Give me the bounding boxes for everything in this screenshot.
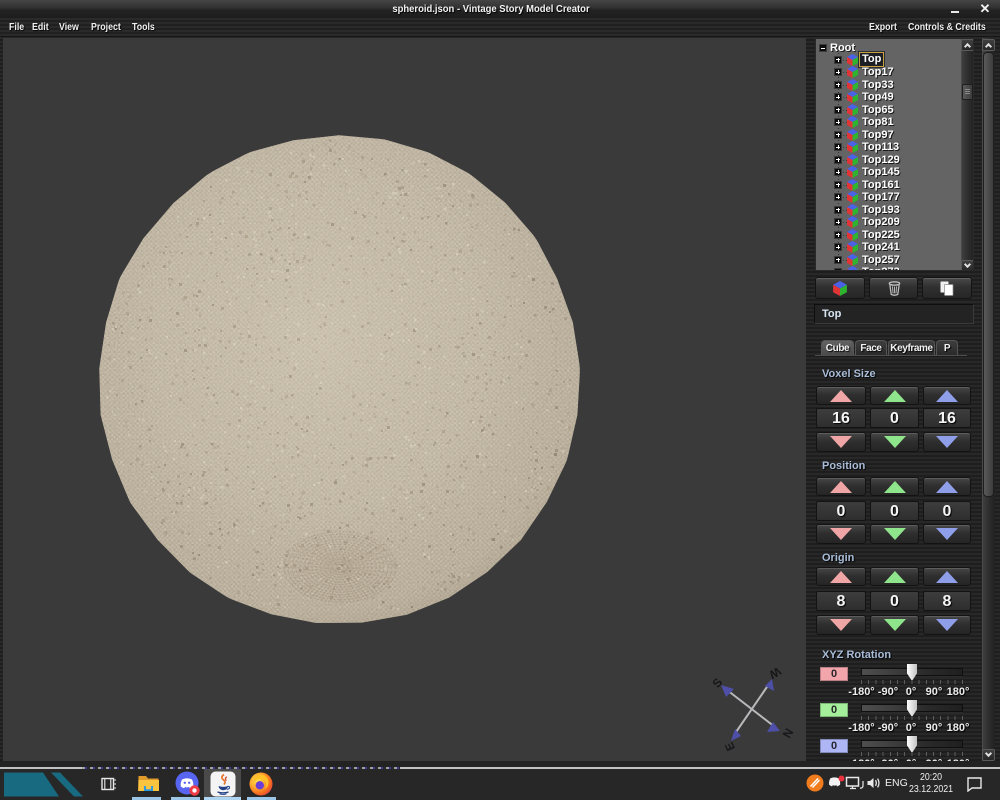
svg-text:E: E (722, 740, 738, 753)
svg-text:N: N (780, 726, 796, 741)
svg-text:W: W (766, 664, 783, 682)
